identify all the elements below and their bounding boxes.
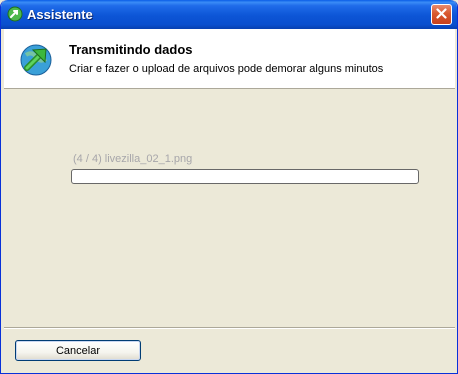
close-icon bbox=[436, 6, 447, 24]
footer-divider bbox=[4, 327, 455, 329]
upload-progress-bar bbox=[71, 169, 419, 184]
cancel-button[interactable]: Cancelar bbox=[15, 340, 141, 361]
wizard-header: Transmitindo dados Criar e fazer o uploa… bbox=[4, 29, 455, 89]
title-bar[interactable]: Assistente bbox=[1, 0, 457, 29]
header-subtitle: Criar e fazer o upload de arquivos pode … bbox=[69, 63, 384, 75]
dialog-window: Assistente Transmitindo dados Criar e fa… bbox=[0, 0, 458, 374]
app-icon bbox=[7, 6, 23, 22]
header-title: Transmitindo dados bbox=[69, 42, 193, 57]
current-file-label: (4 / 4) livezilla_02_1.png bbox=[73, 153, 193, 165]
window-title: Assistente bbox=[27, 7, 93, 22]
upload-arrow-icon bbox=[18, 41, 54, 77]
close-button[interactable] bbox=[431, 4, 452, 25]
